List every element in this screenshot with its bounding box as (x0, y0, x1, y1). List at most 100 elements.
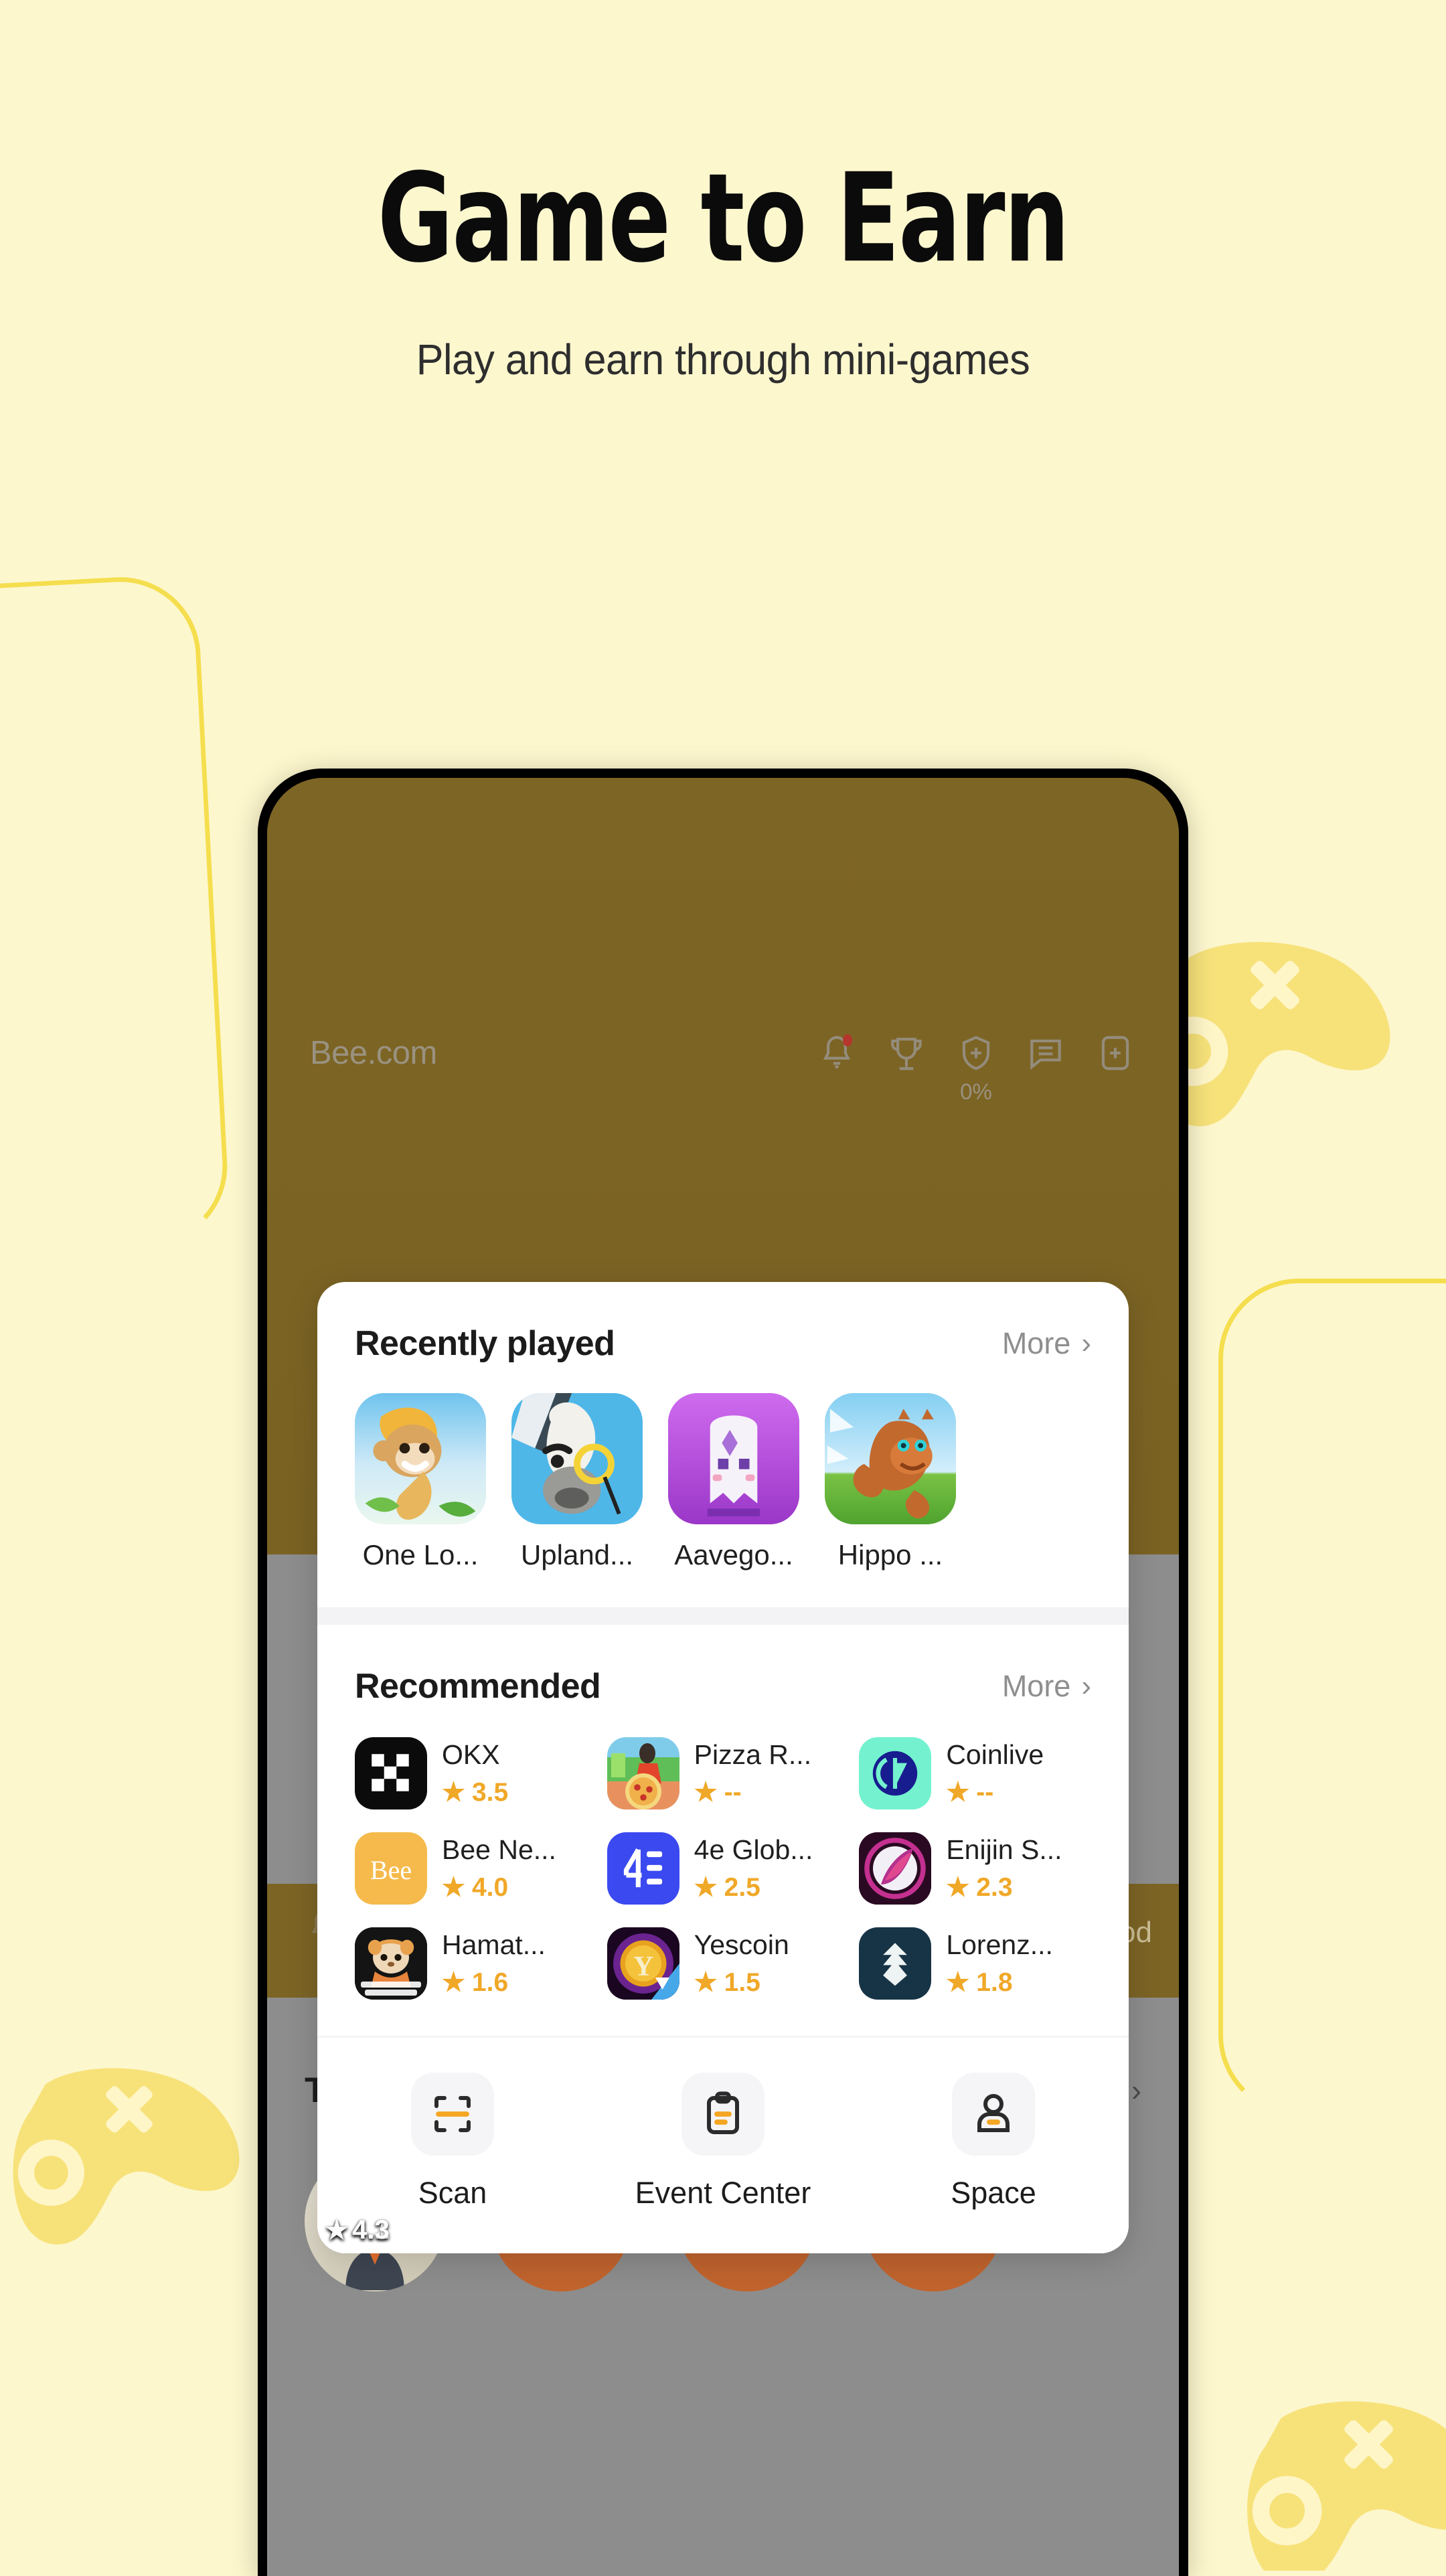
list-item[interactable]: 4e Glob... ★ 2.5 (607, 1832, 839, 1905)
trophy-icon[interactable] (886, 1032, 927, 1074)
svg-text:Y: Y (633, 1951, 653, 1982)
rating-value: 1.5 (724, 1967, 760, 1997)
recommended-more-link[interactable]: More › (1002, 1669, 1091, 1704)
game-name: Aavego... (674, 1539, 793, 1571)
list-item[interactable]: ★ 4.3 One Lo... (325, 1393, 486, 2245)
event-center-action[interactable]: Event Center (588, 2073, 858, 2210)
decorative-line-left (0, 573, 232, 1275)
recommended-title: Recommended (355, 1667, 601, 1706)
app-name: Pizza R... (694, 1739, 812, 1770)
app-name: Enijin S... (946, 1834, 1062, 1865)
list-item[interactable]: OKX ★ 3.5 (355, 1737, 587, 1809)
app-name: OKX (442, 1739, 500, 1770)
bell-icon[interactable] (816, 1032, 858, 1074)
rating-value: -- (976, 1777, 994, 1807)
gamepad-decoration-bottom-right (1192, 2375, 1446, 2571)
space-action[interactable]: Space (858, 2073, 1129, 2210)
list-item[interactable]: Enijin S... ★ 2.3 (859, 1832, 1091, 1905)
rating-value: 4.0 (471, 1872, 509, 1902)
recently-played-more-link[interactable]: More › (1002, 1326, 1091, 1361)
yescoin-icon: Y (607, 1927, 679, 2000)
game-thumbnail (511, 1393, 643, 1524)
page-header: Game to Earn Play and earn through mini-… (0, 0, 1446, 384)
rating-value: 1.6 (471, 1967, 509, 1997)
rating: ★ 1.8 (946, 1967, 1053, 1998)
plus-box-icon[interactable] (1095, 1032, 1136, 1074)
scan-label: Scan (418, 2176, 487, 2210)
list-item[interactable]: ★ 4.2 Upland... (325, 1393, 643, 2245)
star-icon: ★ (694, 1873, 718, 1903)
star-icon: ★ (946, 1873, 970, 1903)
star-icon: ★ (694, 1968, 718, 1998)
page-subtitle: Play and earn through mini-games (416, 335, 1030, 384)
rating-value: -- (724, 1777, 742, 1807)
shield-plus-icon[interactable]: 0% (955, 1032, 997, 1104)
game-thumbnail (825, 1393, 956, 1524)
ghost-icon (668, 1393, 799, 1524)
recommended-header: Recommended More › (317, 1625, 1129, 1706)
rating-value: 1.8 (976, 1967, 1013, 1997)
scan-action[interactable]: Scan (317, 2073, 588, 2210)
game-name: One Lo... (362, 1539, 479, 1571)
star-icon: ★ (442, 1873, 465, 1903)
recommended-grid: OKX ★ 3.5 Pizza R... ★ -- Coinlive ★ -- … (317, 1706, 1129, 2036)
rating: ★ 4.0 (442, 1872, 556, 1903)
svg-text:Bee: Bee (370, 1855, 412, 1885)
rating: ★ -- (694, 1777, 811, 1807)
game-name: Hippo ... (837, 1539, 943, 1571)
game-thumbnail (668, 1393, 799, 1524)
rating: ★ -- (946, 1777, 1044, 1807)
list-item[interactable]: ★ 4.3 Hippo ... (325, 1393, 956, 2245)
bee-network-icon: Bee (355, 1832, 427, 1905)
game-thumbnail (355, 1393, 486, 1524)
app-name: Hamat... (442, 1929, 546, 1960)
person-icon (952, 2073, 1035, 2156)
app-name: Yescoin (694, 1929, 789, 1960)
chevron-right-icon: › (1081, 1670, 1091, 1702)
list-item[interactable]: Pizza R... ★ -- (607, 1737, 839, 1809)
star-icon: ★ (694, 1778, 718, 1807)
rating-value: 2.3 (976, 1872, 1013, 1902)
progress-label: 0% (960, 1079, 992, 1104)
recently-played-header: Recently played More › (317, 1282, 1129, 1364)
lorenzo-icon (859, 1927, 932, 2000)
chevron-right-icon: › (1131, 2073, 1141, 2107)
4e-global-icon (607, 1832, 679, 1905)
star-icon: ★ (946, 1968, 970, 1998)
rating-value: 2.5 (724, 1872, 760, 1902)
rating-value: 3.5 (471, 1777, 509, 1807)
list-item[interactable]: Y Yescoin ★ 1.5 (607, 1927, 839, 2000)
decorative-line-right (1218, 1279, 1446, 2115)
enjin-icon (859, 1832, 932, 1905)
monkey-icon (355, 1393, 486, 1524)
star-icon: ★ (442, 1778, 465, 1807)
hamster-kombat-icon (355, 1927, 427, 2000)
rating: ★ 1.6 (442, 1967, 546, 1998)
okx-icon (355, 1737, 427, 1809)
list-item[interactable]: Coinlive ★ -- (859, 1737, 1091, 1809)
game-center-modal: Recently played More › ★ 4.3 One Lo... ★… (317, 1282, 1129, 2253)
recently-played-title: Recently played (355, 1324, 615, 1363)
game-name: Upland... (520, 1539, 634, 1571)
chevron-right-icon: › (1081, 1327, 1091, 1360)
event-center-label: Event Center (635, 2176, 811, 2210)
message-icon[interactable] (1025, 1032, 1066, 1074)
more-label: More (1001, 1326, 1071, 1360)
list-item[interactable]: Lorenz... ★ 1.8 (859, 1927, 1091, 2000)
modal-action-bar: Scan Event Center Space (317, 2036, 1129, 2253)
more-label: More (1001, 1669, 1071, 1703)
rating: ★ 2.3 (946, 1872, 1062, 1903)
app-name: 4e Glob... (694, 1834, 813, 1865)
space-label: Space (951, 2176, 1036, 2210)
list-item[interactable]: Hamat... ★ 1.6 (355, 1927, 587, 2000)
app-name: Coinlive (946, 1739, 1044, 1770)
list-item[interactable]: Bee Bee Ne... ★ 4.0 (355, 1832, 587, 1905)
star-icon: ★ (946, 1778, 970, 1807)
pizza-icon (607, 1737, 679, 1809)
hippo-icon (825, 1393, 956, 1524)
recently-played-list: ★ 4.3 One Lo... ★ 4.2 Upland... ★ 4.1 Aa… (317, 1364, 1129, 2245)
list-item[interactable]: ★ 4.1 Aavego... (325, 1393, 799, 2245)
coinlive-icon (859, 1737, 932, 1809)
rating: ★ 1.5 (694, 1967, 789, 1998)
page-title: Game to Earn (377, 147, 1070, 291)
